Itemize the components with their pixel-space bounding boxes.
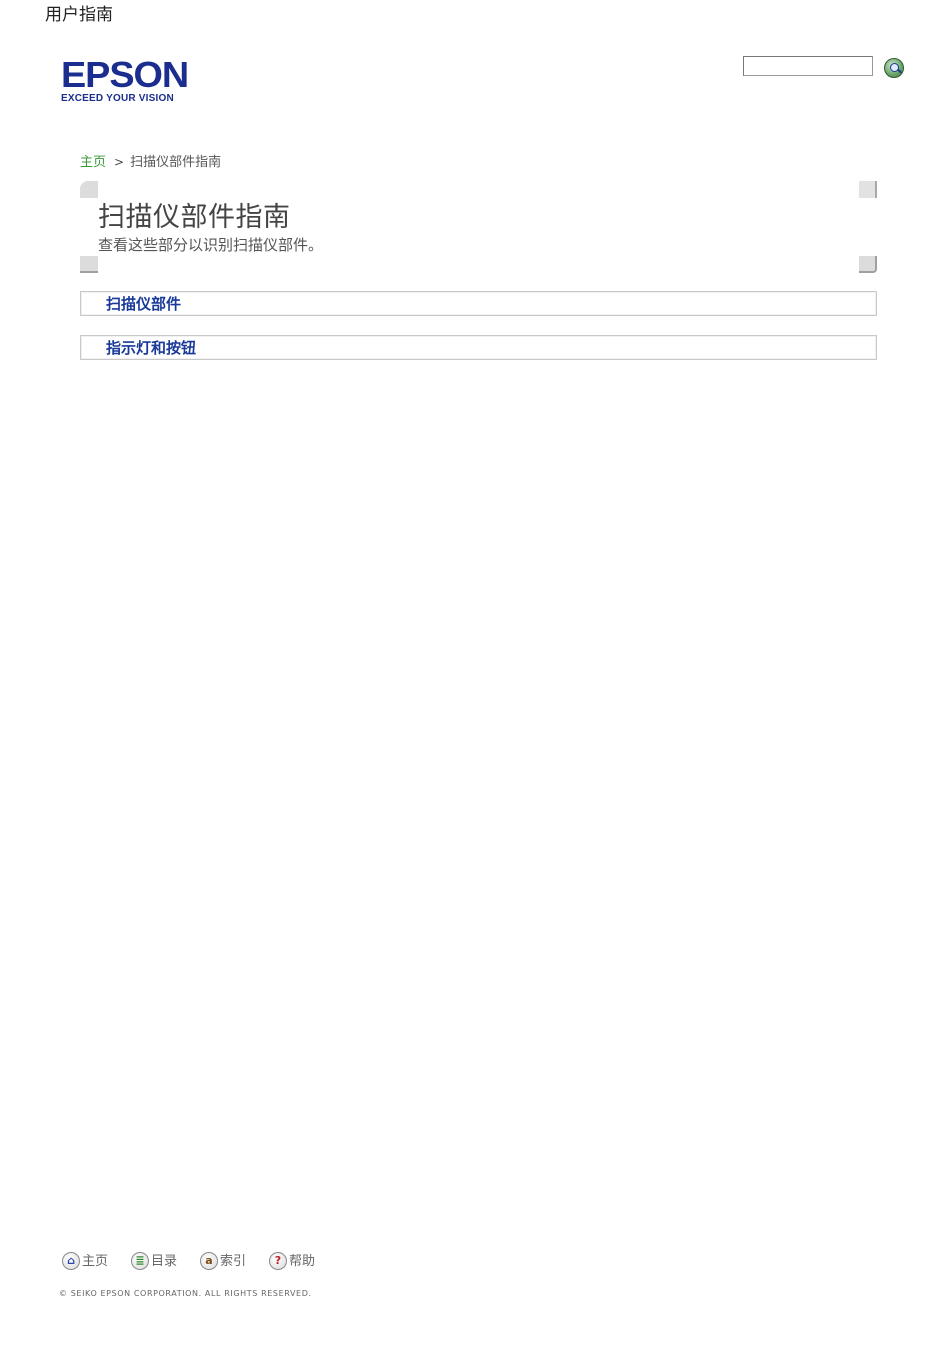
breadcrumb: 主页 > 扫描仪部件指南 [80, 151, 221, 170]
footer-index-label[interactable]: 索引 [220, 1254, 246, 1269]
footer-home-label[interactable]: 主页 [82, 1254, 108, 1269]
header-corner [80, 181, 98, 198]
epson-logo[interactable]: EPSON EXCEED YOUR VISION [61, 57, 189, 105]
footer-help-label[interactable]: 帮助 [289, 1254, 315, 1269]
section-link-label[interactable]: 扫描仪部件 [106, 293, 181, 314]
help-icon: ? [269, 1251, 287, 1270]
page-header: 扫描仪部件指南 查看这些部分以识别扫描仪部件。 [80, 181, 877, 273]
header-corner [859, 181, 877, 198]
header-corner [80, 256, 98, 273]
footer-contents-link[interactable]: ≣ 目录 [131, 1250, 177, 1271]
contents-icon: ≣ [131, 1251, 149, 1270]
header-corner [859, 256, 877, 273]
breadcrumb-separator: > [114, 155, 125, 169]
document-title: 用户指南 [45, 5, 113, 25]
breadcrumb-home-link[interactable]: 主页 [80, 155, 106, 170]
section-link-label[interactable]: 指示灯和按钮 [106, 337, 196, 358]
footer-help-link[interactable]: ? 帮助 [269, 1250, 315, 1271]
page-title: 扫描仪部件指南 [98, 202, 291, 233]
section-link-lights-buttons[interactable]: 指示灯和按钮 [80, 335, 877, 360]
logo-wordmark: EPSON [61, 54, 189, 95]
page-description: 查看这些部分以识别扫描仪部件。 [98, 236, 324, 254]
breadcrumb-current: 扫描仪部件指南 [130, 155, 222, 170]
section-link-scanner-parts[interactable]: 扫描仪部件 [80, 291, 877, 316]
footer-index-link[interactable]: a 索引 [200, 1250, 246, 1271]
copyright-notice: © SEIKO EPSON CORPORATION. ALL RIGHTS RE… [59, 1289, 312, 1298]
search-button[interactable] [884, 58, 904, 78]
search-input[interactable] [743, 56, 873, 76]
index-icon: a [200, 1251, 218, 1270]
home-icon: ⌂ [62, 1251, 80, 1270]
footer-contents-label[interactable]: 目录 [151, 1254, 177, 1269]
footer-home-link[interactable]: ⌂ 主页 [62, 1250, 108, 1271]
